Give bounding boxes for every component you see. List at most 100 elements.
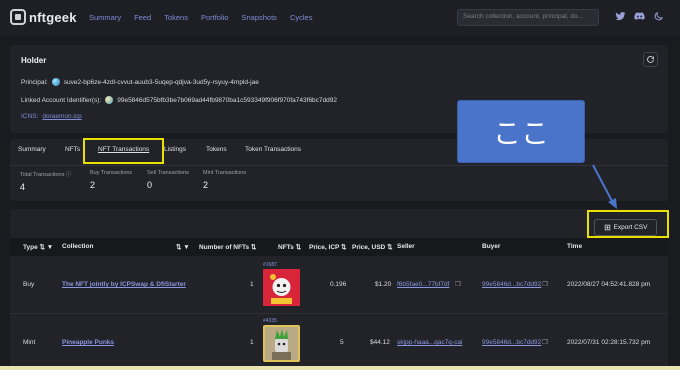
sort-icon[interactable]: ⇅ [176, 244, 181, 251]
row-number: 1 [250, 339, 254, 346]
logo-text: nftgeek [29, 9, 77, 25]
row-nft-id[interactable]: #1687 [263, 262, 277, 268]
highlight-box-nft-transactions [83, 138, 164, 164]
row-buyer-link[interactable]: 99e5846d...bc7dd92 [482, 339, 541, 346]
nav-summary[interactable]: Summary [89, 13, 121, 22]
row-type: Buy [23, 281, 35, 288]
col-seller-label: Seller [397, 243, 415, 250]
stat-sell-value: 0 [147, 180, 153, 190]
sort-icon[interactable]: ⇅ [387, 244, 392, 251]
col-price-usd[interactable]: Price, USD ⇅ [352, 243, 393, 251]
principal-avatar-icon [51, 78, 60, 86]
col-number-label: Number of NFTs [199, 244, 250, 251]
row-seller-link[interactable]: skjpp-haaa...qac7q-cai [397, 339, 462, 346]
row-price-icp: 5 [340, 339, 344, 346]
tab-summary[interactable]: Summary [18, 146, 46, 153]
copy-icon[interactable]: ❐ [455, 280, 461, 288]
stat-mint: Mint Transactions 2 [203, 170, 246, 190]
top-navbar: nftgeek Summary Feed Tokens Portfolio Sn… [0, 0, 680, 36]
stat-sell-label: Sell Transactions [147, 170, 189, 176]
filter-icon[interactable]: ▼ [47, 244, 53, 251]
row-time: 2022/08/27 04:52:41.828 pm [567, 281, 651, 288]
social-icons [615, 11, 664, 22]
row-collection-link[interactable]: The NFT jointly by ICPSwap & DfiStarter [62, 281, 186, 288]
dark-mode-moon-icon[interactable] [653, 11, 664, 22]
col-collection-label: Collection [62, 243, 94, 250]
search-input[interactable]: Search collection, account, principal, d… [457, 9, 599, 26]
nft-thumbnail[interactable] [263, 269, 300, 306]
table-row[interactable]: Buy The NFT jointly by ICPSwap & DfiStar… [10, 256, 668, 314]
stat-total-value: 4 [20, 182, 26, 192]
nav-cycles[interactable]: Cycles [290, 13, 313, 22]
nav-portfolio[interactable]: Portfolio [201, 13, 229, 22]
linked-account-row: Linked Account Identifier(s): 99e5846d57… [21, 96, 337, 104]
annotation-callout: ここ [457, 100, 585, 163]
copy-icon[interactable]: ❐ [542, 338, 548, 346]
col-price-icp[interactable]: Price, ICP ⇅ [309, 243, 347, 251]
sort-icon[interactable]: ⇅ [296, 244, 301, 251]
principal-value: suve2-bp6ze-4zdl-cvvut-auub3-5uqep-qdjva… [63, 78, 259, 86]
icns-link[interactable]: doraemon.icp [42, 113, 81, 120]
refresh-button[interactable] [643, 52, 658, 67]
stat-total-label: Total Transactions [20, 172, 65, 178]
row-type: Mint [23, 339, 36, 346]
copy-icon[interactable]: ❐ [542, 280, 548, 288]
stat-buy: Buy Transactions 2 [90, 170, 132, 190]
row-number: 1 [250, 281, 254, 288]
col-time-label: Time [567, 243, 583, 250]
col-price-usd-label: Price, USD [352, 244, 386, 251]
main-nav: Summary Feed Tokens Portfolio Snapshots … [89, 13, 312, 22]
tab-divider [10, 165, 668, 166]
nav-tokens[interactable]: Tokens [164, 13, 188, 22]
tab-tokens[interactable]: Tokens [206, 146, 227, 153]
row-nft-id[interactable]: #4335 [263, 318, 277, 324]
col-time[interactable]: Time [567, 243, 582, 250]
discord-icon[interactable] [634, 11, 645, 22]
stat-buy-value: 2 [90, 180, 96, 190]
table-row[interactable]: Mint Pineapple Punks 1 #4335 5 $44.12 sk… [10, 314, 668, 370]
col-buyer[interactable]: Buyer [482, 243, 500, 250]
nav-snapshots[interactable]: Snapshots [241, 13, 276, 22]
stat-sell: Sell Transactions 0 [147, 170, 189, 190]
nft-image [265, 327, 298, 360]
nft-thumbnail[interactable] [263, 325, 300, 362]
tab-nfts[interactable]: NFTs [65, 146, 80, 153]
linked-account-value: 99e5846d575bfb3be7b069ad44fb9870ba1c5933… [117, 96, 337, 104]
col-type[interactable]: Type ⇅ ▼ [23, 243, 53, 251]
col-nfts[interactable]: NFTs ⇅ [278, 243, 301, 251]
highlight-box-export-csv [587, 210, 669, 238]
filter-icon[interactable]: ▼ [183, 244, 189, 251]
row-price-usd: $44.12 [370, 339, 390, 346]
col-seller[interactable]: Seller [397, 243, 415, 250]
annotation-arrow-icon [592, 164, 617, 209]
col-collection[interactable]: Collection [62, 243, 93, 250]
logo[interactable]: nftgeek [10, 9, 77, 25]
row-seller-link[interactable]: f6b5fae0...77bf7df [397, 281, 449, 288]
col-buyer-label: Buyer [482, 243, 501, 250]
col-price-icp-label: Price, ICP [309, 244, 340, 251]
bottom-strip [0, 366, 680, 370]
nav-feed[interactable]: Feed [134, 13, 151, 22]
info-icon: ⓘ [65, 172, 72, 178]
account-avatar-icon [105, 96, 114, 104]
refresh-icon [647, 56, 654, 63]
stat-buy-label: Buy Transactions [90, 170, 133, 176]
linked-account-label: Linked Account Identifier(s): [21, 96, 102, 104]
nft-image [263, 269, 300, 306]
sort-icon[interactable]: ⇅ [40, 244, 45, 251]
twitter-icon[interactable] [615, 11, 626, 22]
row-buyer-link[interactable]: 99e5846d...bc7dd92 [482, 281, 541, 288]
sort-icon[interactable]: ⇅ [251, 244, 256, 251]
col-number[interactable]: Number of NFTs ⇅ [199, 243, 256, 251]
sort-icon[interactable]: ⇅ [341, 244, 346, 251]
tab-token-transactions[interactable]: Token Transactions [245, 146, 301, 153]
table-header: Type ⇅ ▼ Collection ⇅ ▼ Number of NFTs ⇅… [10, 238, 668, 256]
stat-total: Total Transactions ⓘ 4 [20, 170, 71, 192]
tab-listings[interactable]: Listings [164, 146, 186, 153]
row-collection-link[interactable]: Pineapple Punks [62, 339, 114, 346]
col-nfts-label: NFTs [278, 244, 294, 251]
holder-title: Holder [21, 56, 47, 65]
row-time: 2022/07/31 02:28:15.732 pm [567, 339, 651, 346]
icns-row: ICNS: doraemon.icp [21, 113, 82, 120]
principal-label: Principal: [21, 78, 48, 86]
